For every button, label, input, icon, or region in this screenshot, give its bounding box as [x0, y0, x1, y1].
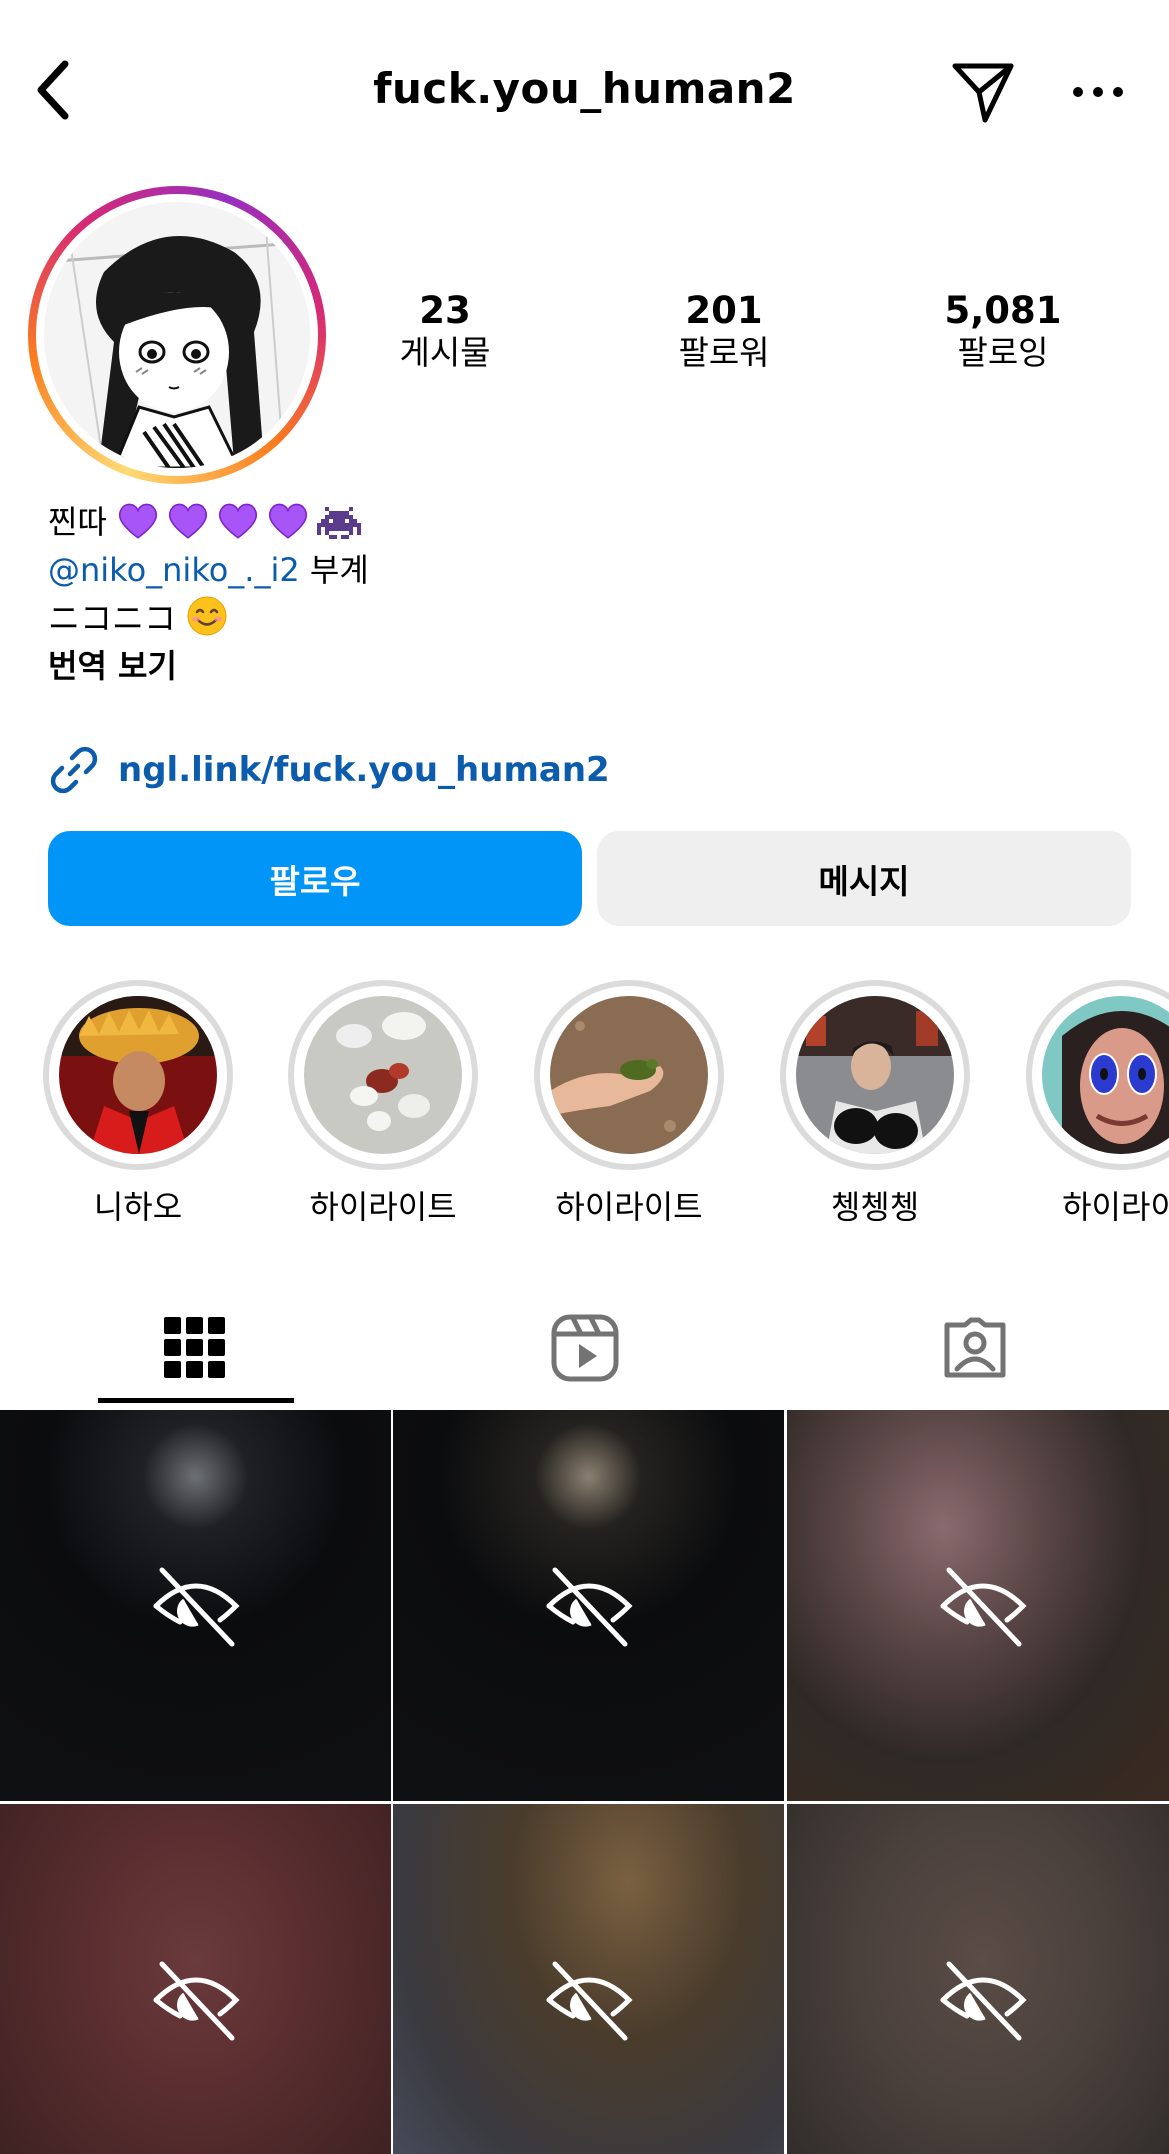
hidden-eye-icon	[546, 1961, 633, 2040]
highlight-label: 하이라이트	[555, 1188, 703, 1226]
tagged-person-icon	[944, 1317, 1006, 1377]
highlight-item[interactable]: 하이라이트	[288, 980, 478, 1228]
bio-line-1: 찐따	[48, 498, 369, 546]
bio-niko-text: ニコニコ	[48, 599, 177, 637]
highlight-cover-image	[796, 996, 954, 1154]
link-chain-icon	[50, 746, 98, 794]
tab-tagged[interactable]	[780, 1290, 1169, 1405]
hidden-eye-icon	[940, 1961, 1027, 2040]
space-invader-icon	[317, 507, 362, 539]
hidden-eye-icon	[153, 1961, 240, 2040]
followers-count[interactable]: 201 팔로워	[624, 290, 824, 374]
following-count[interactable]: 5,081 팔로잉	[903, 290, 1103, 374]
follow-button[interactable]: 팔로우	[48, 831, 582, 926]
post-thumbnail[interactable]	[393, 1410, 784, 1801]
post-thumbnail[interactable]	[787, 1804, 1169, 2154]
more-options-button[interactable]	[1060, 54, 1136, 130]
highlight-cover-image	[550, 996, 708, 1154]
grid-icon	[164, 1316, 225, 1378]
highlight-item[interactable]: 하이라이트	[534, 980, 724, 1228]
link-text: ngl.link/fuck.you_human2	[118, 750, 610, 790]
highlight-cover-image	[59, 996, 217, 1154]
reels-icon	[551, 1314, 619, 1381]
profile-content-tabs	[0, 1290, 1169, 1405]
profile-external-link[interactable]: ngl.link/fuck.you_human2	[48, 740, 610, 800]
post-thumbnail[interactable]	[393, 1804, 784, 2154]
bio-name-text: 찐따	[48, 503, 107, 541]
post-thumbnail[interactable]	[0, 1804, 391, 2154]
post-thumbnail[interactable]	[787, 1410, 1169, 1801]
bio-line-3: ニコニコ	[48, 594, 369, 642]
bio-line-2: @niko_niko_._i2 부계	[48, 546, 369, 594]
bio-mention-suffix: 부계	[299, 551, 369, 589]
more-dots-icon	[1073, 87, 1123, 97]
highlight-item[interactable]: 니하오	[43, 980, 233, 1228]
following-count-value: 5,081	[944, 289, 1062, 332]
avatar-image	[44, 202, 310, 468]
paper-plane-icon	[952, 63, 1014, 123]
purple-heart-icon	[168, 503, 208, 539]
hidden-eye-icon	[153, 1567, 240, 1646]
highlight-cover-image	[1042, 996, 1169, 1154]
highlight-item[interactable]: 하이라이	[1026, 980, 1169, 1228]
highlight-item[interactable]: 쳉쳉쳉	[780, 980, 970, 1228]
highlight-label: 쳉쳉쳉	[830, 1188, 920, 1226]
hidden-eye-icon	[546, 1567, 633, 1646]
following-count-label: 팔로잉	[957, 333, 1049, 372]
purple-heart-icon	[268, 503, 308, 539]
highlight-label: 하이라이	[1062, 1188, 1169, 1226]
active-tab-indicator	[98, 1398, 294, 1403]
posts-count-value: 23	[419, 289, 471, 332]
post-thumbnail[interactable]	[0, 1410, 391, 1801]
top-nav-bar: fuck.you_human2	[0, 40, 1169, 140]
tab-posts-grid[interactable]	[0, 1290, 390, 1405]
tab-reels[interactable]	[390, 1290, 780, 1405]
highlight-cover-image	[304, 996, 462, 1154]
followers-count-value: 201	[685, 289, 763, 332]
purple-heart-icon	[218, 503, 258, 539]
posts-count-label: 게시물	[399, 333, 491, 372]
profile-page: fuck.you_human2 23 게시물 201 팔로워 5,081 팔로잉…	[0, 0, 1169, 2154]
message-button[interactable]: 메시지	[597, 831, 1131, 926]
hidden-eye-icon	[940, 1567, 1027, 1646]
highlight-label: 니하오	[93, 1188, 183, 1226]
profile-avatar[interactable]	[28, 186, 326, 484]
purple-heart-icon	[118, 503, 158, 539]
profile-bio: 찐따 @niko_niko_._i2 부계 ニコニコ 번역 보기	[48, 498, 369, 690]
followers-count-label: 팔로워	[678, 333, 770, 372]
smiling-face-icon	[187, 596, 227, 636]
highlight-label: 하이라이트	[309, 1188, 457, 1226]
posts-count[interactable]: 23 게시물	[345, 290, 545, 374]
see-translation-link[interactable]: 번역 보기	[48, 642, 369, 690]
send-message-button[interactable]	[945, 54, 1021, 130]
bio-mention-link[interactable]: @niko_niko_._i2	[48, 551, 300, 589]
